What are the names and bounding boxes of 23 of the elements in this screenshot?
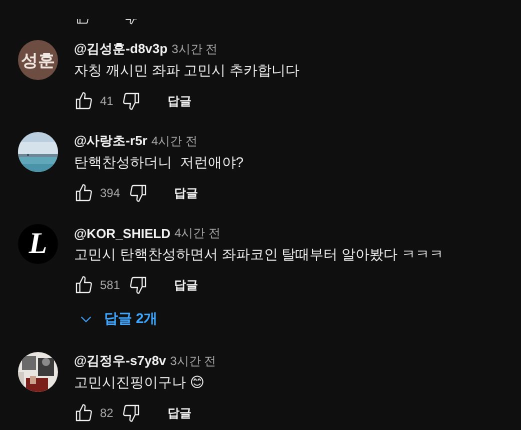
comment-time[interactable]: 4시간 전	[174, 224, 220, 242]
comment-text: 탄핵찬성하더니 저런애야?	[74, 153, 244, 172]
like-count: 581	[100, 278, 120, 292]
like-count: 41	[100, 94, 114, 108]
reply-button[interactable]: 답글	[153, 396, 206, 429]
comment-author[interactable]: @사랑초-r5r	[74, 132, 148, 150]
like-count: 394	[100, 186, 120, 200]
avatar[interactable]: 성훈	[18, 40, 58, 80]
comment-time[interactable]: 4시간 전	[151, 132, 198, 150]
comment-author[interactable]: @김성훈-d8v3p	[74, 40, 168, 58]
reply-button[interactable]: 답글	[160, 176, 212, 210]
comment-author[interactable]: @김정우-s7y8v	[74, 352, 166, 370]
comment-time[interactable]: 3시간 전	[172, 40, 218, 58]
comment-text: 자칭 깨시민 좌파 고민시 추카합니다	[74, 61, 300, 80]
comment-author[interactable]: @KOR_SHIELD	[74, 226, 170, 240]
like-count: 82	[100, 406, 114, 420]
comment-text: 고민시 탄핵찬성하면서 좌파코인 탈때부터 알아봤다 ㅋㅋㅋ	[74, 245, 444, 264]
avatar[interactable]: L	[18, 224, 58, 264]
replies-toggle[interactable]: 답글 2개	[72, 301, 164, 337]
reply-button[interactable]: 답글	[153, 84, 206, 118]
comment-text: 고민시진핑이구나 😊	[74, 373, 206, 392]
reply-button[interactable]: 답글	[160, 268, 212, 302]
comment-time[interactable]: 3시간 전	[170, 352, 216, 370]
